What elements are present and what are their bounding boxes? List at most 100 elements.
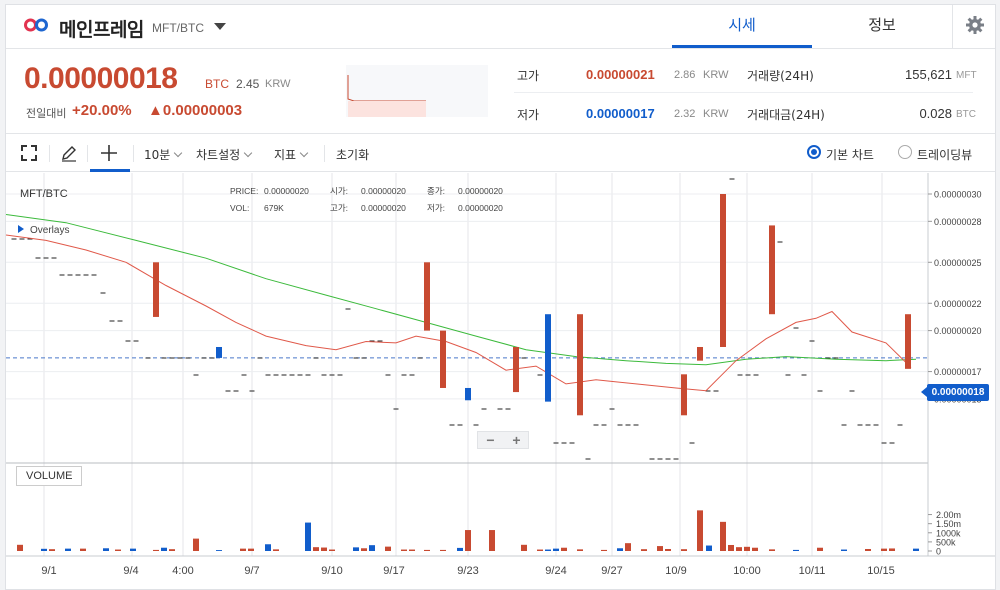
time-tick-label: 10:00	[733, 565, 761, 577]
current-price: 0.00000018	[24, 62, 178, 95]
legend-field: 고가:	[330, 203, 348, 213]
volume-bar	[769, 549, 775, 551]
toolbar-divider	[324, 145, 325, 162]
chevron-down-icon	[174, 148, 183, 158]
basic-chart-radio[interactable]	[807, 145, 821, 159]
volume-bar	[385, 546, 391, 551]
amount-value: 0.028	[919, 106, 952, 121]
zoom-out-button[interactable]: −	[478, 432, 503, 448]
volume-bar	[457, 547, 463, 551]
price-summary: 0.00000018 BTC 2.45 KRW 전일대비 +20.00% ▲0.…	[6, 50, 995, 134]
volume-value: 155,621	[905, 67, 952, 82]
legend-field: VOL:	[230, 203, 249, 213]
crosshair-active-indicator	[90, 169, 130, 172]
volume-bar	[329, 549, 335, 551]
volume-bar	[521, 544, 527, 551]
candle	[216, 346, 222, 358]
volume-bar	[80, 548, 86, 551]
moving-average-short	[6, 234, 912, 392]
volume-bar	[153, 549, 159, 551]
volume-bar	[752, 547, 758, 551]
chevron-down-icon	[243, 148, 253, 158]
low-label: 저가	[517, 108, 540, 122]
price-unit: BTC	[205, 77, 229, 91]
volume-bar	[728, 544, 734, 551]
chart-symbol: MFT/BTC	[20, 188, 68, 200]
reset-button[interactable]: 초기화	[336, 146, 369, 163]
time-tick-label: 9/17	[383, 565, 404, 577]
overlays-toggle[interactable]: Overlays	[18, 225, 69, 236]
price-krw-unit: KRW	[265, 78, 291, 90]
candle	[681, 374, 687, 416]
price-chart[interactable]: 0.00000030 0.00000028 0.00000025 0.00000022…	[6, 173, 995, 590]
app-window: 메인프레임 MFT/BTC 시세 정보 0.00000018 BTC 2.45	[5, 4, 996, 590]
high-value: 0.00000021	[586, 67, 655, 82]
volume-bar	[361, 548, 367, 551]
basic-chart-label[interactable]: 기본 차트	[826, 146, 874, 163]
candle	[153, 262, 159, 317]
volume-bar	[744, 546, 750, 551]
volume-bar	[401, 549, 407, 551]
volume-bar	[49, 549, 55, 551]
amount-label: 거래대금(24H)	[747, 108, 825, 122]
volume-bar	[625, 543, 631, 551]
time-tick-label: 10/11	[799, 565, 826, 577]
volume-bar	[736, 547, 742, 551]
tradingview-label[interactable]: 트레이딩뷰	[917, 146, 972, 163]
volume-bar	[865, 548, 871, 551]
volume-bar	[489, 530, 495, 551]
high-krw-unit: KRW	[703, 69, 729, 81]
tab-info[interactable]: 정보	[812, 5, 952, 48]
toolbar-divider	[133, 145, 134, 162]
legend-field: 시가:	[330, 186, 348, 196]
time-tick-label: 9/7	[244, 565, 259, 577]
high-krw: 2.86	[674, 69, 696, 81]
volume-bar	[424, 549, 430, 551]
volume-bar	[103, 548, 109, 551]
candle	[720, 194, 726, 347]
candle	[465, 387, 471, 401]
volume-panel-label[interactable]: VOLUME	[16, 466, 83, 486]
time-tick-label: 4:00	[172, 565, 193, 577]
price-tick-label: 0.00000028	[934, 217, 982, 227]
volume-bar	[248, 548, 254, 551]
candle	[440, 330, 446, 388]
fullscreen-icon[interactable]	[20, 144, 38, 162]
indicators-dropdown[interactable]: 지표	[274, 146, 309, 163]
volume-bar	[440, 549, 446, 551]
volume-bar	[665, 548, 671, 551]
chart-settings-dropdown[interactable]: 차트설정	[196, 146, 253, 163]
candle	[513, 346, 519, 393]
crosshair-icon[interactable]	[100, 144, 118, 162]
volume-bar	[465, 530, 471, 551]
zoom-in-button[interactable]: +	[504, 432, 529, 448]
legend-field: 저가:	[427, 203, 445, 213]
volume-bar	[130, 548, 136, 551]
tradingview-radio[interactable]	[898, 145, 912, 159]
candle	[697, 346, 703, 361]
legend-field: 679K	[264, 203, 284, 213]
header-bar: 메인프레임 MFT/BTC 시세 정보	[6, 5, 995, 49]
price-tick-label: 0.00000030	[934, 190, 982, 200]
candle	[905, 314, 911, 369]
coin-dropdown-icon[interactable]	[214, 23, 226, 30]
interval-dropdown[interactable]: 10분	[144, 146, 183, 163]
volume-bar	[161, 547, 167, 551]
pencil-icon[interactable]	[60, 144, 78, 162]
time-tick-label: 9/4	[123, 565, 138, 577]
volume-bar	[353, 547, 359, 551]
candle	[769, 225, 775, 315]
chart-canvas[interactable]: 0.00000030 0.00000028 0.00000025 0.00000022…	[6, 173, 995, 590]
amount-unit: BTC	[956, 109, 976, 120]
legend-field: 종가:	[427, 186, 445, 196]
time-tick-label: 9/1	[41, 565, 56, 577]
gear-icon[interactable]	[965, 15, 985, 35]
candle	[424, 262, 430, 331]
volume-bar	[409, 549, 415, 551]
tab-price[interactable]: 시세	[672, 5, 812, 48]
volume-bar	[65, 548, 71, 551]
volume-bar	[641, 549, 647, 551]
volume-bar	[537, 549, 543, 551]
legend-field: 0.00000020	[458, 186, 503, 196]
low-krw-unit: KRW	[703, 108, 729, 120]
